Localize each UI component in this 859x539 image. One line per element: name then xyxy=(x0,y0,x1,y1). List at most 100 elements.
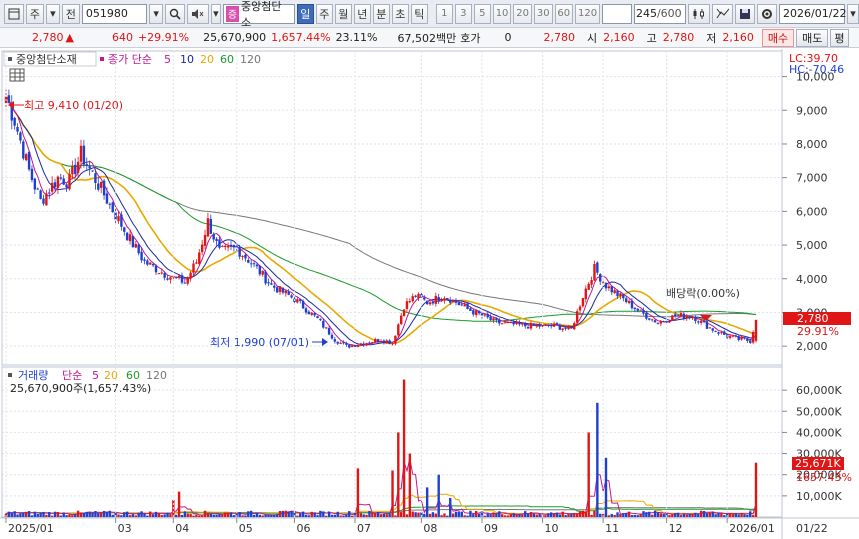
volume-bar xyxy=(391,470,394,517)
settings-icon[interactable] xyxy=(757,3,778,24)
buy-button[interactable]: 매수 xyxy=(761,28,795,47)
eval-button[interactable]: 평 xyxy=(830,28,849,47)
volume-bar xyxy=(627,511,631,517)
interval-60[interactable]: 60 xyxy=(554,3,574,24)
candle-body xyxy=(587,283,590,290)
volume-bar xyxy=(587,432,590,517)
stock-name-box[interactable]: 증 중앙첨단소 xyxy=(222,0,295,29)
period-second[interactable]: 초 xyxy=(391,3,409,24)
candle-body xyxy=(434,295,438,304)
interval-30[interactable]: 30 xyxy=(533,3,553,24)
calendar-dropdown-icon[interactable]: ▾ xyxy=(847,3,859,24)
stock-code-input[interactable]: 051980 xyxy=(81,3,148,24)
interval-1[interactable]: 1 xyxy=(435,3,453,24)
volume-bar xyxy=(53,511,57,517)
market-dropdown-icon[interactable]: ▾ xyxy=(45,3,60,24)
volume-bar xyxy=(345,514,348,517)
candle-body xyxy=(149,262,152,265)
period-week[interactable]: 주 xyxy=(315,3,333,24)
interval-3[interactable]: 3 xyxy=(454,3,472,24)
period-month[interactable]: 월 xyxy=(334,3,352,24)
grid-toggle-icon[interactable] xyxy=(9,68,25,82)
volume-bar xyxy=(342,515,345,517)
volume-bar xyxy=(688,513,691,517)
candle-body xyxy=(449,299,452,303)
candle-body xyxy=(751,332,755,343)
candle-body xyxy=(737,336,740,341)
candle-body xyxy=(682,313,686,319)
volume-bar xyxy=(238,512,241,517)
indicator-icon[interactable] xyxy=(711,3,734,24)
sell-button[interactable]: 매도 xyxy=(796,28,829,47)
candle-body xyxy=(345,343,348,345)
speaker-dropdown-icon[interactable]: ▾ xyxy=(210,3,221,24)
volume-bar xyxy=(30,515,34,517)
volume-bar xyxy=(671,514,674,517)
candle-body xyxy=(486,314,489,318)
candle-body xyxy=(645,312,648,319)
date-axis-right-label: 01/22 xyxy=(796,522,828,535)
period-day[interactable]: 일 xyxy=(296,3,314,24)
interval-120[interactable]: 120 xyxy=(575,3,600,24)
hc-label: HC:-70.46 xyxy=(789,63,844,76)
market-select[interactable]: 주 xyxy=(25,3,44,24)
candle-body xyxy=(224,245,227,248)
count-input[interactable]: 245/600 xyxy=(633,3,686,24)
vol-ma120-legend: 120 xyxy=(146,369,167,382)
ma20-legend: 20 xyxy=(200,53,214,66)
candle-body xyxy=(183,282,187,284)
code-dropdown-icon[interactable]: ▾ xyxy=(149,3,164,24)
candle-body xyxy=(154,265,158,273)
candle-body xyxy=(200,244,204,253)
interval-custom-input[interactable] xyxy=(601,3,632,24)
candle-body xyxy=(567,325,570,330)
candle-body xyxy=(489,316,492,321)
speaker-icon[interactable] xyxy=(187,3,209,24)
volume-bar xyxy=(365,514,368,517)
candle-body xyxy=(307,311,311,315)
interval-10[interactable]: 10 xyxy=(492,3,512,24)
volume-bar xyxy=(434,513,438,517)
volume-bar xyxy=(405,514,409,517)
price-change: 640 xyxy=(111,31,133,44)
volume-bar xyxy=(299,513,302,517)
volume-bar xyxy=(348,511,351,517)
period-minute[interactable]: 분 xyxy=(372,3,390,24)
volume-bar xyxy=(457,511,461,517)
candle-body xyxy=(371,342,374,344)
volume-bar xyxy=(180,514,184,517)
candle-type-icon[interactable] xyxy=(687,3,710,24)
volume-bar xyxy=(575,513,579,517)
period-year[interactable]: 년 xyxy=(353,3,371,24)
candle-body xyxy=(166,278,169,280)
layout-icon[interactable] xyxy=(4,3,24,24)
candle-body xyxy=(665,320,668,323)
volume-bar xyxy=(22,512,25,517)
date-input[interactable]: 2026/01/22 xyxy=(779,3,846,24)
volume-bar xyxy=(751,515,755,517)
candle-body xyxy=(65,184,68,188)
candle-body xyxy=(284,290,288,294)
candle-body xyxy=(731,335,735,337)
volume-bar xyxy=(500,514,504,517)
date-tick-label: 05 xyxy=(239,522,253,535)
stock-chart[interactable]: 중앙첨단소재 종가 단순 5 10 20 60 120 최고 9,410 (01… xyxy=(0,49,859,539)
interval-5[interactable]: 5 xyxy=(473,3,491,24)
search-icon[interactable] xyxy=(165,3,185,24)
volume-legend-name: 거래량 xyxy=(18,369,48,382)
volume-bar xyxy=(714,514,717,517)
candle-body xyxy=(564,327,567,329)
volume-bar xyxy=(149,511,152,517)
save-icon[interactable] xyxy=(735,3,756,24)
ask-value: 0 xyxy=(504,31,512,44)
prev-button[interactable]: 전 xyxy=(61,3,80,24)
period-tick[interactable]: 틱 xyxy=(410,3,428,24)
candle-body xyxy=(62,178,65,185)
candle-body xyxy=(125,232,129,241)
candle-body xyxy=(94,173,97,183)
interval-20[interactable]: 20 xyxy=(513,3,532,24)
volume-bar xyxy=(483,515,487,517)
candle-body xyxy=(630,300,634,309)
candle-body xyxy=(685,316,688,319)
candle-body xyxy=(324,327,328,329)
